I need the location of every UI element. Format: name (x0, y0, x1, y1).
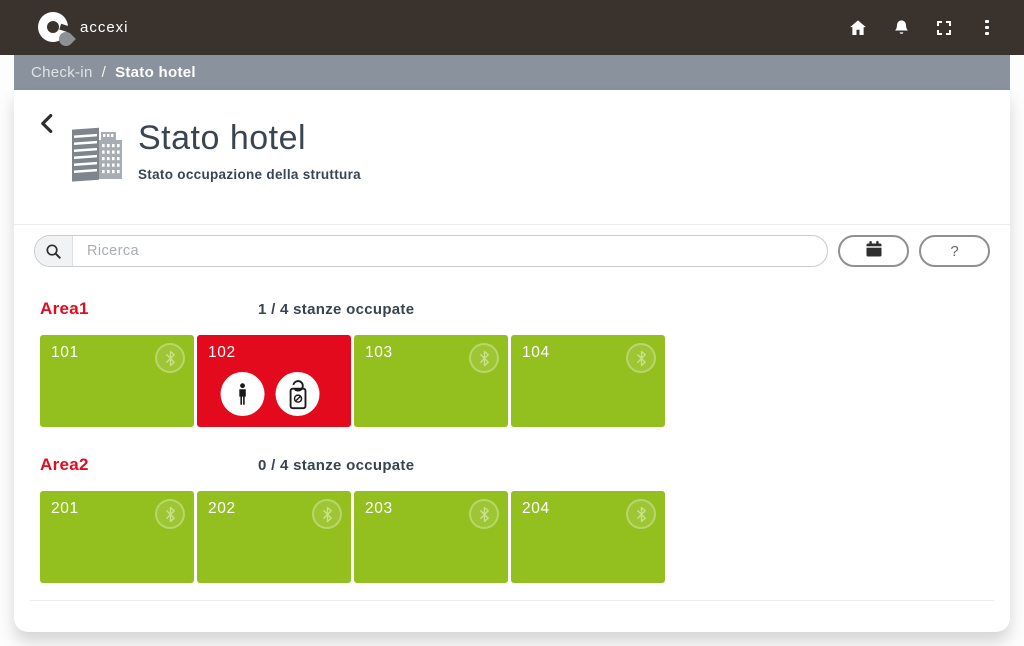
room-tile[interactable]: 202 (197, 491, 351, 583)
door-hanger-icon (275, 372, 320, 416)
more-options-icon[interactable] (976, 17, 998, 39)
room-number: 102 (208, 344, 236, 361)
area-name: Area1 (40, 299, 89, 318)
area-section-2: Area2 0 / 4 stanze occupate 201 202 203 (40, 455, 984, 583)
page-title: Stato hotel (138, 119, 307, 157)
bluetooth-icon (469, 343, 499, 373)
room-tiles-row: 201 202 203 204 (40, 491, 984, 583)
person-icon (220, 372, 265, 416)
room-status-icons (220, 372, 320, 416)
title-section: Stato hotel Stato occupazione della stru… (14, 90, 1010, 224)
breadcrumb-separator: / (101, 64, 107, 81)
calendar-button[interactable] (838, 235, 909, 267)
home-icon[interactable] (847, 17, 869, 39)
room-tile[interactable]: 204 (511, 491, 665, 583)
breadcrumb-checkin[interactable]: Check-in (31, 64, 93, 81)
search-bar (34, 235, 828, 267)
room-number: 103 (365, 344, 393, 361)
room-tile[interactable]: 201 (40, 491, 194, 583)
top-bar: accexi (0, 0, 1024, 55)
page-subtitle: Stato occupazione della struttura (138, 167, 361, 183)
room-tiles-row: 101 102 103 104 (40, 335, 984, 427)
brand-name: accexi (80, 19, 129, 36)
fullscreen-icon[interactable] (933, 17, 955, 39)
room-tile[interactable]: 104 (511, 335, 665, 427)
bottom-divider (30, 600, 994, 601)
room-number: 104 (522, 344, 550, 361)
main-card: Stato hotel Stato occupazione della stru… (14, 90, 1010, 632)
bluetooth-icon (155, 343, 185, 373)
room-tile[interactable]: 102 (197, 335, 351, 427)
help-button[interactable]: ? (919, 235, 990, 267)
area-section-1: Area1 1 / 4 stanze occupate 101 102 103 … (40, 299, 984, 427)
calendar-icon (865, 240, 883, 262)
areas-list: Area1 1 / 4 stanze occupate 101 102 103 … (14, 299, 1010, 583)
room-number: 203 (365, 500, 393, 517)
room-tile[interactable]: 103 (354, 335, 508, 427)
bluetooth-icon (312, 499, 342, 529)
bluetooth-icon (626, 343, 656, 373)
toolbar: ? (14, 224, 1010, 277)
back-button[interactable] (40, 112, 58, 134)
bluetooth-icon (626, 499, 656, 529)
room-number: 204 (522, 500, 550, 517)
area-occupancy: 0 / 4 stanze occupate (258, 457, 415, 474)
bell-icon[interactable] (890, 17, 912, 39)
room-number: 101 (51, 344, 79, 361)
breadcrumb-current: Stato hotel (115, 64, 196, 81)
room-number: 202 (208, 500, 236, 517)
area-name: Area2 (40, 455, 89, 474)
brand[interactable]: accexi (38, 11, 129, 49)
bluetooth-icon (155, 499, 185, 529)
bluetooth-icon (469, 499, 499, 529)
area-occupancy: 1 / 4 stanze occupate (258, 301, 415, 318)
room-tile[interactable]: 101 (40, 335, 194, 427)
search-input[interactable] (73, 236, 827, 266)
room-number: 201 (51, 500, 79, 517)
room-tile[interactable]: 203 (354, 491, 508, 583)
search-icon (35, 236, 73, 266)
hotel-building-icon (66, 118, 126, 189)
breadcrumb: Check-in / Stato hotel (14, 55, 1010, 90)
accexi-logo-icon (38, 11, 76, 49)
